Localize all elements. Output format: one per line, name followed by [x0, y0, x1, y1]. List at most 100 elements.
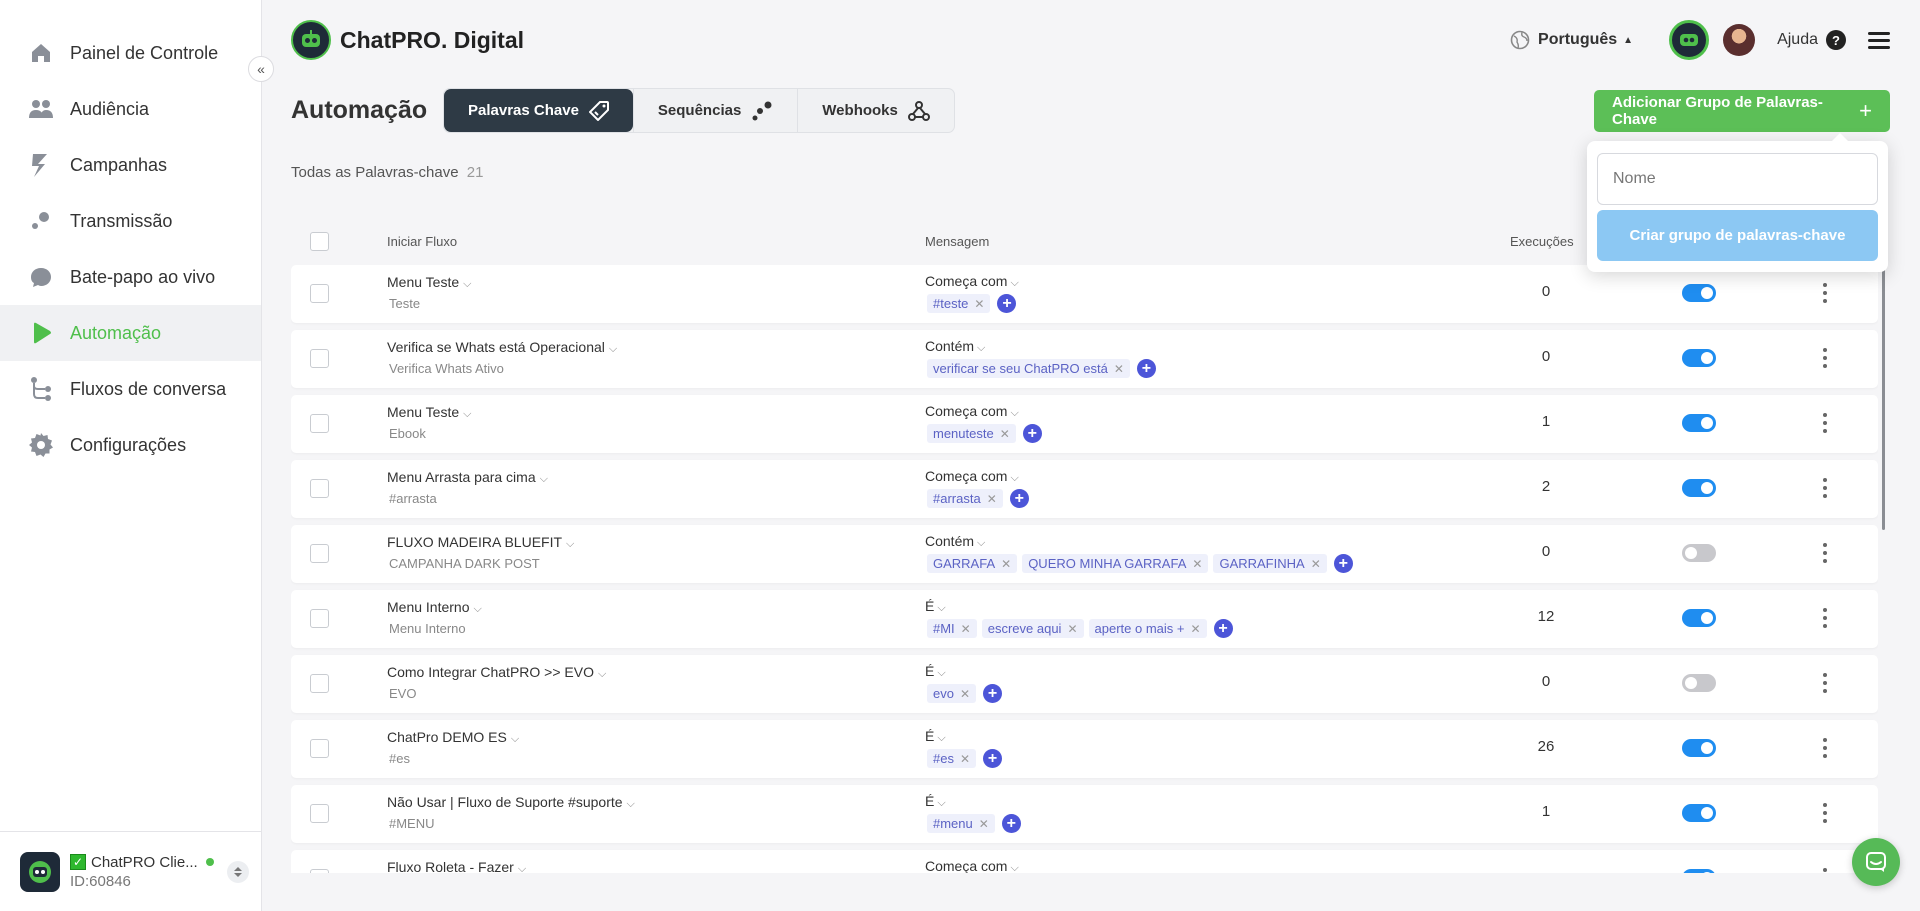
- row-checkbox[interactable]: [310, 804, 329, 823]
- match-type-selector[interactable]: Contém ⌵: [925, 533, 985, 550]
- match-type-selector[interactable]: É ⌵: [925, 793, 946, 810]
- flow-selector[interactable]: Fluxo Roleta - Fazer ⌵: [387, 859, 526, 873]
- add-keyword-icon[interactable]: +: [1009, 489, 1029, 508]
- enabled-toggle[interactable]: [1682, 544, 1716, 562]
- select-all-checkbox[interactable]: [310, 232, 329, 251]
- enabled-toggle[interactable]: [1682, 804, 1716, 822]
- create-keyword-group-button[interactable]: Criar grupo de palavras-chave: [1597, 210, 1878, 261]
- flow-selector[interactable]: Menu Arrasta para cima ⌵: [387, 469, 548, 486]
- brand[interactable]: ChatPRO. Digital: [291, 20, 524, 60]
- add-keyword-icon[interactable]: +: [1333, 554, 1353, 573]
- remove-keyword-icon[interactable]: ✕: [1000, 427, 1010, 441]
- sidebar-item-painel-de-controle[interactable]: Painel de Controle: [0, 25, 261, 81]
- add-keyword-icon[interactable]: +: [1136, 359, 1156, 378]
- sidebar-item-fluxos-de-conversa[interactable]: Fluxos de conversa: [0, 361, 261, 417]
- group-name-input[interactable]: [1597, 153, 1878, 205]
- sidebar-item-transmiss-o[interactable]: Transmissão: [0, 193, 261, 249]
- more-options-icon[interactable]: [1820, 539, 1830, 567]
- add-keyword-group-button[interactable]: Adicionar Grupo de Palavras-Chave +: [1594, 90, 1890, 132]
- enabled-toggle[interactable]: [1682, 869, 1716, 873]
- remove-keyword-icon[interactable]: ✕: [1114, 362, 1124, 376]
- hamburger-menu-icon[interactable]: [1868, 28, 1890, 53]
- match-type-selector[interactable]: Começa com ⌵: [925, 858, 1019, 873]
- more-options-icon[interactable]: [1820, 604, 1830, 632]
- row-checkbox[interactable]: [310, 739, 329, 758]
- more-options-icon[interactable]: [1820, 279, 1830, 307]
- enabled-toggle[interactable]: [1682, 739, 1716, 757]
- add-keyword-icon[interactable]: +: [1022, 424, 1042, 443]
- add-keyword-icon[interactable]: +: [997, 294, 1017, 313]
- row-checkbox[interactable]: [310, 414, 329, 433]
- more-options-icon[interactable]: [1820, 409, 1830, 437]
- flow-selector[interactable]: ChatPro DEMO ES ⌵: [387, 729, 519, 746]
- flow-selector[interactable]: Não Usar | Fluxo de Suporte #suporte ⌵: [387, 794, 635, 811]
- flow-selector[interactable]: Como Integrar ChatPRO >> EVO ⌵: [387, 664, 606, 681]
- remove-keyword-icon[interactable]: ✕: [1311, 557, 1321, 571]
- remove-keyword-icon[interactable]: ✕: [1001, 557, 1011, 571]
- add-keyword-icon[interactable]: +: [983, 749, 1003, 768]
- row-checkbox[interactable]: [310, 479, 329, 498]
- more-options-icon[interactable]: [1820, 474, 1830, 502]
- remove-keyword-icon[interactable]: ✕: [960, 687, 970, 701]
- match-type-selector[interactable]: É ⌵: [925, 728, 946, 745]
- remove-keyword-icon[interactable]: ✕: [1192, 557, 1202, 571]
- account-switcher[interactable]: ✓ ChatPRO Clie... ID:60846: [0, 831, 261, 911]
- user-avatar[interactable]: [1723, 24, 1756, 56]
- collapse-sidebar-button[interactable]: «: [248, 56, 274, 82]
- match-type-selector[interactable]: Começa com ⌵: [925, 273, 1019, 290]
- row-checkbox[interactable]: [310, 544, 329, 563]
- match-type-selector[interactable]: Começa com ⌵: [925, 403, 1019, 420]
- enabled-toggle[interactable]: [1682, 414, 1716, 432]
- more-options-icon[interactable]: [1820, 344, 1830, 372]
- more-options-icon[interactable]: [1820, 799, 1830, 827]
- row-checkbox[interactable]: [310, 284, 329, 303]
- support-chat-button[interactable]: [1852, 838, 1900, 886]
- more-options-icon[interactable]: [1820, 669, 1830, 697]
- tab-sequ-ncias[interactable]: Sequências: [632, 89, 797, 132]
- add-keyword-icon[interactable]: +: [1213, 619, 1233, 638]
- account-switch-icon[interactable]: [227, 860, 249, 883]
- match-type-selector[interactable]: É ⌵: [925, 663, 946, 680]
- match-type-selector[interactable]: Contém ⌵: [925, 338, 985, 355]
- tab-webhooks[interactable]: Webhooks: [797, 89, 954, 132]
- enabled-toggle[interactable]: [1682, 284, 1716, 302]
- flow-selector[interactable]: FLUXO MADEIRA BLUEFIT ⌵: [387, 534, 574, 551]
- help-link[interactable]: Ajuda ?: [1777, 30, 1846, 50]
- tab-palavras-chave[interactable]: Palavras Chave: [444, 89, 633, 132]
- add-keyword-icon[interactable]: +: [983, 684, 1003, 703]
- row-checkbox[interactable]: [310, 349, 329, 368]
- remove-keyword-icon[interactable]: ✕: [1067, 622, 1077, 636]
- sidebar-item-bate-papo-ao-vivo[interactable]: Bate-papo ao vivo: [0, 249, 261, 305]
- table-row: Menu Teste ⌵ Teste Começa com ⌵ #teste ✕ +0: [291, 265, 1878, 323]
- remove-keyword-icon[interactable]: ✕: [979, 817, 989, 831]
- flow-selector[interactable]: Menu Interno ⌵: [387, 599, 482, 616]
- remove-keyword-icon[interactable]: ✕: [961, 622, 971, 636]
- row-checkbox[interactable]: [310, 869, 329, 873]
- sidebar-item-configura-es[interactable]: Configurações: [0, 417, 261, 473]
- sidebar-item-audi-ncia[interactable]: Audiência: [0, 81, 261, 137]
- remove-keyword-icon[interactable]: ✕: [987, 492, 997, 506]
- chevron-down-icon: ⌵: [566, 538, 575, 550]
- remove-keyword-icon[interactable]: ✕: [960, 752, 970, 766]
- table-scrollbar[interactable]: [1882, 265, 1885, 530]
- sidebar-item-campanhas[interactable]: Campanhas: [0, 137, 261, 193]
- enabled-toggle[interactable]: [1682, 674, 1716, 692]
- bot-avatar[interactable]: [1669, 20, 1710, 60]
- flow-selector[interactable]: Verifica se Whats está Operacional ⌵: [387, 339, 617, 356]
- enabled-toggle[interactable]: [1682, 349, 1716, 367]
- more-options-icon[interactable]: [1820, 864, 1830, 873]
- remove-keyword-icon[interactable]: ✕: [1190, 622, 1200, 636]
- row-checkbox[interactable]: [310, 674, 329, 693]
- match-type-selector[interactable]: É ⌵: [925, 598, 946, 615]
- sidebar-item-automa-o[interactable]: Automação: [0, 305, 261, 361]
- flow-selector[interactable]: Menu Teste ⌵: [387, 274, 471, 291]
- more-options-icon[interactable]: [1820, 734, 1830, 762]
- row-checkbox[interactable]: [310, 609, 329, 628]
- enabled-toggle[interactable]: [1682, 609, 1716, 627]
- language-selector[interactable]: Português ▲: [1510, 30, 1633, 50]
- flow-selector[interactable]: Menu Teste ⌵: [387, 404, 471, 421]
- remove-keyword-icon[interactable]: ✕: [974, 297, 984, 311]
- enabled-toggle[interactable]: [1682, 479, 1716, 497]
- match-type-selector[interactable]: Começa com ⌵: [925, 468, 1019, 485]
- add-keyword-icon[interactable]: +: [1001, 814, 1021, 833]
